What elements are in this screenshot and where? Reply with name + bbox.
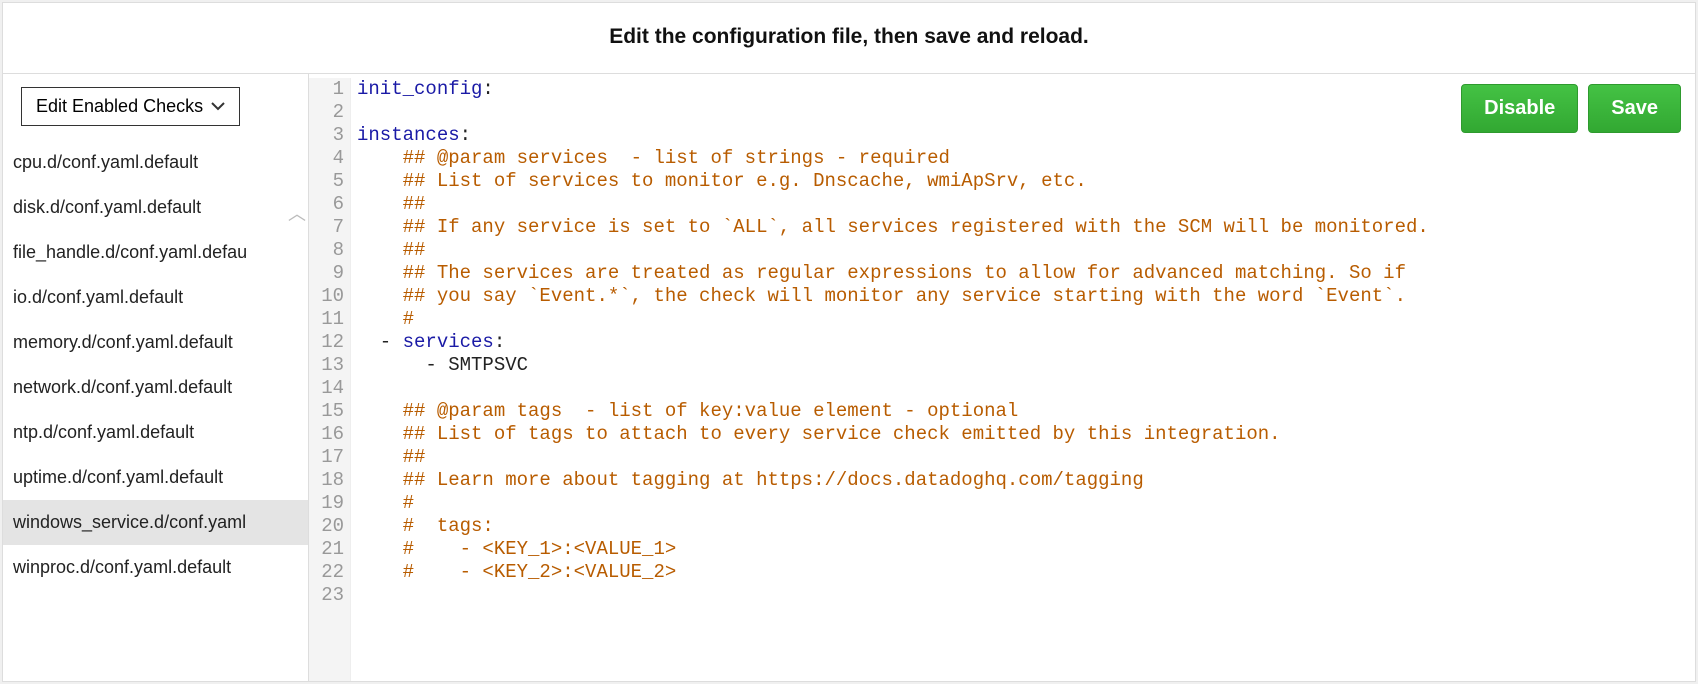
file-item[interactable]: network.d/conf.yaml.default	[3, 365, 308, 410]
line-number: 21	[309, 538, 344, 561]
line-number: 1	[309, 78, 344, 101]
file-item[interactable]: file_handle.d/conf.yaml.defau	[3, 230, 308, 275]
file-item[interactable]: uptime.d/conf.yaml.default	[3, 455, 308, 500]
line-number: 9	[309, 262, 344, 285]
file-item[interactable]: memory.d/conf.yaml.default	[3, 320, 308, 365]
code-line[interactable]: ## If any service is set to `ALL`, all s…	[357, 216, 1695, 239]
code-line[interactable]: ## The services are treated as regular e…	[357, 262, 1695, 285]
line-gutter: 1234567891011121314151617181920212223	[309, 78, 351, 681]
save-button[interactable]: Save	[1588, 84, 1681, 133]
sidebar: Edit Enabled Checks ︿ cpu.d/conf.yaml.de…	[3, 74, 309, 681]
code-line[interactable]: #	[357, 308, 1695, 331]
line-number: 18	[309, 469, 344, 492]
line-number: 6	[309, 193, 344, 216]
line-number: 4	[309, 147, 344, 170]
file-item[interactable]: windows_service.d/conf.yaml	[3, 500, 308, 545]
code-line[interactable]: ##	[357, 193, 1695, 216]
line-number: 13	[309, 354, 344, 377]
checks-dropdown-label: Edit Enabled Checks	[36, 96, 203, 117]
line-number: 3	[309, 124, 344, 147]
line-number: 15	[309, 400, 344, 423]
line-number: 11	[309, 308, 344, 331]
line-number: 5	[309, 170, 344, 193]
line-number: 8	[309, 239, 344, 262]
code-line[interactable]: ##	[357, 239, 1695, 262]
code-line[interactable]: #	[357, 492, 1695, 515]
code-line[interactable]: ## Learn more about tagging at https://d…	[357, 469, 1695, 492]
line-number: 14	[309, 377, 344, 400]
line-number: 23	[309, 584, 344, 607]
file-item[interactable]: winproc.d/conf.yaml.default	[3, 545, 308, 590]
code-line[interactable]: ## you say `Event.*`, the check will mon…	[357, 285, 1695, 308]
code-line[interactable]: - services:	[357, 331, 1695, 354]
line-number: 12	[309, 331, 344, 354]
line-number: 7	[309, 216, 344, 239]
scroll-up-icon: ︿	[288, 200, 306, 226]
code-line[interactable]: ## @param tags - list of key:value eleme…	[357, 400, 1695, 423]
action-bar: Disable Save	[1461, 84, 1681, 133]
file-item[interactable]: cpu.d/conf.yaml.default	[3, 140, 308, 185]
line-number: 2	[309, 101, 344, 124]
line-number: 17	[309, 446, 344, 469]
app-window: Edit the configuration file, then save a…	[2, 2, 1696, 682]
disable-button[interactable]: Disable	[1461, 84, 1578, 133]
page-title: Edit the configuration file, then save a…	[3, 3, 1695, 74]
code-content[interactable]: init_config: instances: ## @param servic…	[351, 78, 1695, 681]
code-line[interactable]	[357, 377, 1695, 400]
file-item[interactable]: io.d/conf.yaml.default	[3, 275, 308, 320]
editor-pane: Disable Save 123456789101112131415161718…	[309, 74, 1695, 681]
code-line[interactable]: - SMTPSVC	[357, 354, 1695, 377]
file-item[interactable]: ntp.d/conf.yaml.default	[3, 410, 308, 455]
code-line[interactable]: # tags:	[357, 515, 1695, 538]
body-layout: Edit Enabled Checks ︿ cpu.d/conf.yaml.de…	[3, 74, 1695, 681]
code-line[interactable]: ## @param services - list of strings - r…	[357, 147, 1695, 170]
chevron-down-icon	[211, 98, 225, 116]
file-list[interactable]: ︿ cpu.d/conf.yaml.defaultdisk.d/conf.yam…	[3, 140, 308, 681]
code-line[interactable]: ## List of tags to attach to every servi…	[357, 423, 1695, 446]
code-line[interactable]: ## List of services to monitor e.g. Dnsc…	[357, 170, 1695, 193]
line-number: 16	[309, 423, 344, 446]
line-number: 20	[309, 515, 344, 538]
code-line[interactable]: # - <KEY_2>:<VALUE_2>	[357, 561, 1695, 584]
line-number: 19	[309, 492, 344, 515]
line-number: 22	[309, 561, 344, 584]
file-item[interactable]: disk.d/conf.yaml.default	[3, 185, 308, 230]
code-editor[interactable]: 1234567891011121314151617181920212223 in…	[309, 74, 1695, 681]
code-line[interactable]	[357, 584, 1695, 607]
code-line[interactable]: # - <KEY_1>:<VALUE_1>	[357, 538, 1695, 561]
checks-dropdown[interactable]: Edit Enabled Checks	[21, 87, 240, 126]
code-line[interactable]: ##	[357, 446, 1695, 469]
line-number: 10	[309, 285, 344, 308]
